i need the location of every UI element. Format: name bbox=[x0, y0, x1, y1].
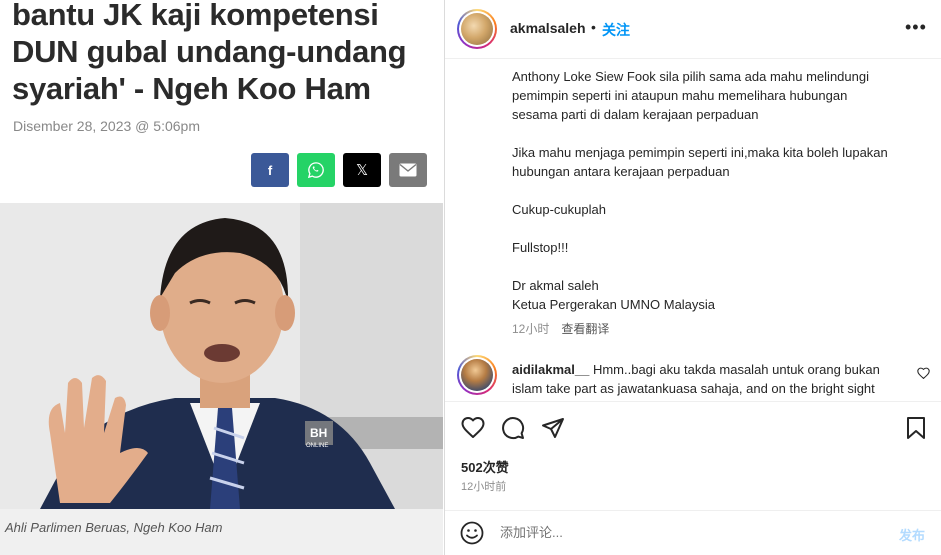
watermark-bh: BH bbox=[310, 426, 327, 440]
comment-like-heart-icon[interactable] bbox=[917, 367, 930, 379]
post-timestamp: 12小时前 bbox=[461, 481, 507, 493]
more-options-icon[interactable]: ••• bbox=[905, 17, 927, 38]
share-whatsapp-button[interactable] bbox=[297, 153, 335, 187]
email-icon bbox=[399, 163, 417, 177]
post-header: akmalsaleh • 关注 ••• bbox=[445, 0, 941, 59]
watermark-online: ONLINE bbox=[306, 443, 328, 449]
article-photo: BH ONLINE bbox=[0, 203, 443, 509]
post-caption: Anthony Loke Siew Fook sila pilih sama a… bbox=[512, 69, 888, 312]
instagram-post-panel: akmalsaleh • 关注 ••• Anthony Loke Siew Fo… bbox=[444, 0, 941, 555]
x-icon: 𝕏 bbox=[355, 162, 369, 179]
author-avatar[interactable] bbox=[457, 9, 497, 49]
article-date: Disember 28, 2023 @ 5:06pm bbox=[13, 118, 200, 134]
comment: aidilakmal__ Hmm..bagi aku takda masalah… bbox=[512, 360, 912, 400]
caption-time: 12小时 bbox=[512, 322, 550, 336]
post-comment-button[interactable]: 发布 bbox=[899, 525, 925, 544]
comment-input[interactable] bbox=[500, 525, 880, 540]
bookmark-icon[interactable] bbox=[906, 416, 926, 440]
share-x-button[interactable]: 𝕏 bbox=[343, 153, 381, 187]
whatsapp-icon bbox=[307, 162, 324, 179]
translate-link[interactable]: 查看翻译 bbox=[561, 322, 609, 336]
emoji-icon[interactable] bbox=[460, 521, 484, 545]
commenter-avatar[interactable] bbox=[457, 355, 497, 395]
commenter-username[interactable]: aidilakmal__ bbox=[512, 362, 589, 377]
header-separator: • bbox=[591, 19, 596, 35]
heart-icon[interactable] bbox=[461, 416, 485, 438]
follow-button[interactable]: 关注 bbox=[602, 20, 630, 40]
news-article-panel: bantu JK kaji kompetensi DUN gubal undan… bbox=[0, 0, 443, 555]
photo-caption: Ahli Parlimen Beruas, Ngeh Koo Ham bbox=[5, 520, 223, 535]
comment-icon[interactable] bbox=[501, 416, 525, 440]
share-icon[interactable] bbox=[541, 416, 565, 440]
facebook-icon: f bbox=[267, 162, 273, 178]
caption-meta: 12小时 查看翻译 bbox=[512, 320, 609, 337]
post-actions bbox=[445, 401, 941, 453]
article-headline: bantu JK kaji kompetensi DUN gubal undan… bbox=[12, 0, 407, 106]
add-comment-bar: 发布 bbox=[445, 510, 941, 555]
share-email-button[interactable] bbox=[389, 153, 427, 187]
share-facebook-button[interactable]: f bbox=[251, 153, 289, 187]
like-count[interactable]: 502次赞 bbox=[461, 457, 509, 476]
politician-photo-illustration: BH ONLINE bbox=[0, 203, 443, 509]
author-username[interactable]: akmalsaleh bbox=[510, 20, 586, 36]
